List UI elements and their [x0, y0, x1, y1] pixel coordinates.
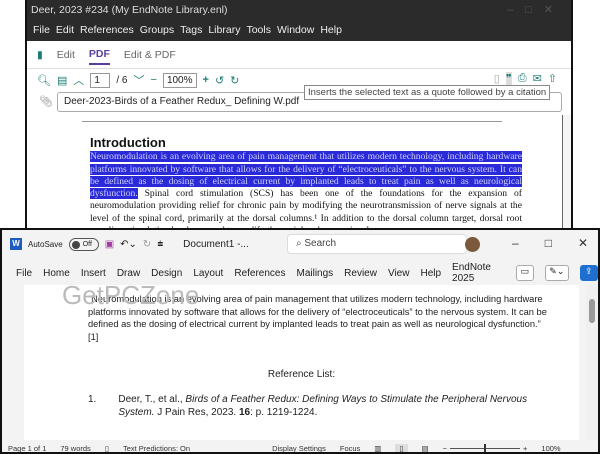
tab-endnote[interactable]: EndNote 2025	[452, 262, 505, 284]
menu-tags[interactable]: Tags	[180, 24, 202, 39]
window-title: Deer, 2023 #234 (My EndNote Library.enl)	[31, 4, 228, 16]
display-settings[interactable]: Display Settings	[272, 444, 326, 453]
tab-review[interactable]: Review	[344, 268, 377, 279]
autosave-toggle[interactable]: Off	[68, 237, 99, 251]
pdf-viewer: Introduction Neuromodulation is an evolv…	[27, 115, 571, 230]
reference-entry[interactable]: 1. Deer, T., et al., Birds of a Feather …	[88, 393, 528, 419]
vertical-scrollbar[interactable]	[586, 285, 598, 440]
tab-insert[interactable]: Insert	[81, 268, 106, 279]
tab-references[interactable]: References	[234, 268, 285, 279]
save-icon[interactable]: ▣	[105, 239, 114, 250]
view-tabs: ▮ Edit PDF Edit & PDF	[27, 41, 571, 69]
chevron-up-icon[interactable]: ︿	[73, 72, 84, 88]
pdf-actions: ▯ ❞ ⎙ ✉ ⇧	[494, 72, 557, 85]
window-controls: – □ ✕	[512, 236, 588, 250]
pdf-scrollbar[interactable]	[562, 115, 571, 230]
tab-file[interactable]: File	[16, 268, 32, 279]
reference-list-heading: Reference List:	[267, 369, 336, 380]
search-box[interactable]: ⌕ Search	[287, 234, 467, 254]
word-logo-icon: W	[10, 238, 22, 250]
avatar[interactable]	[465, 237, 480, 252]
annotations-icon[interactable]: ▤	[57, 74, 67, 87]
zoom-slider[interactable]: − +	[443, 443, 527, 452]
proofing-icon[interactable]: ▯	[105, 444, 109, 453]
rotate-right-icon[interactable]: ↻	[230, 74, 239, 87]
print-layout-icon[interactable]: ▯	[395, 443, 408, 452]
page-total: / 6	[116, 74, 128, 86]
zoom-level[interactable]: 100%	[541, 444, 560, 453]
search-icon[interactable]: 🔍︎	[37, 74, 51, 87]
insert-quote-icon[interactable]: ❞	[505, 72, 512, 85]
word-window: W AutoSave Off ▣ ↶⌄ ↻ ⩧ Document1 -... ⌕…	[0, 228, 600, 454]
menu-file[interactable]: File	[33, 24, 50, 39]
menu-help[interactable]: Help	[320, 24, 342, 39]
watermark: GetPCZone	[62, 280, 200, 310]
menu-edit[interactable]: Edit	[56, 24, 74, 39]
ref-journal: J Pain Res, 2023.	[154, 407, 239, 418]
tab-home[interactable]: Home	[43, 268, 70, 279]
ref-volume: 16	[238, 407, 251, 418]
export-icon[interactable]: ⇧	[548, 72, 557, 85]
tab-mailings[interactable]: Mailings	[296, 268, 333, 279]
save-icon[interactable]: ▯	[494, 72, 500, 85]
tab-help[interactable]: Help	[420, 268, 441, 279]
search-placeholder: Search	[304, 238, 337, 249]
tab-pdf[interactable]: PDF	[88, 44, 110, 65]
tab-edit-pdf[interactable]: Edit & PDF	[124, 49, 176, 61]
zoom-input[interactable]: 100%	[162, 72, 197, 88]
page-rule	[82, 121, 502, 122]
pdf-heading: Introduction	[90, 135, 166, 150]
read-mode-icon[interactable]: ▥	[374, 444, 381, 453]
tab-edit[interactable]: Edit	[57, 49, 75, 61]
menu-library[interactable]: Library	[208, 24, 240, 39]
autosave-label: AutoSave	[28, 239, 63, 249]
endnote-window: Deer, 2023 #234 (My EndNote Library.enl)…	[25, 0, 573, 232]
menu-groups[interactable]: Groups	[140, 24, 174, 39]
editing-button[interactable]: ✎⌄	[545, 265, 569, 281]
menu-bar: File Edit References Groups Tags Library Tools…	[27, 22, 571, 41]
undo-icon[interactable]: ↶⌄	[120, 239, 137, 250]
pdf-page-text[interactable]: Introduction Neuromodulation is an evolv…	[90, 135, 522, 230]
endnote-title-bar: Deer, 2023 #234 (My EndNote Library.enl)	[27, 0, 571, 22]
focus-button[interactable]: Focus	[340, 444, 360, 453]
status-bar: Page 1 of 1 79 words ▯ Text Predictions:…	[2, 440, 598, 453]
rotate-left-icon[interactable]: ↺	[215, 74, 224, 87]
chevron-down-icon[interactable]: ﹀	[134, 72, 145, 88]
email-icon[interactable]: ✉	[533, 72, 542, 85]
text-predictions[interactable]: Text Predictions: On	[123, 444, 190, 453]
page-count[interactable]: Page 1 of 1	[8, 444, 46, 453]
word-count[interactable]: 79 words	[60, 444, 90, 453]
zoom-in-icon[interactable]: +	[203, 74, 209, 86]
menu-tools[interactable]: Tools	[246, 24, 271, 39]
redo-icon[interactable]: ↻	[143, 239, 151, 250]
tab-layout[interactable]: Layout	[193, 268, 223, 279]
comments-button[interactable]: ▭	[515, 265, 535, 281]
share-button[interactable]: ⇪	[579, 265, 598, 281]
zoom-out-icon[interactable]: −	[151, 74, 157, 86]
page-input[interactable]: 1	[90, 72, 111, 88]
print-icon[interactable]: ⎙	[518, 72, 527, 85]
pdf-paragraph: Spinal cord stimulation (SCS) has been o…	[90, 188, 522, 230]
maximize-icon[interactable]: □	[545, 236, 552, 250]
tab-draw[interactable]: Draw	[117, 268, 140, 279]
minimize-icon[interactable]: –	[512, 236, 519, 250]
clipboard-icon[interactable]: ▮	[37, 49, 43, 61]
window-controls[interactable]: –□✕	[507, 3, 565, 16]
customize-icon[interactable]: ⩧	[157, 239, 163, 250]
close-icon[interactable]: ✕	[578, 236, 588, 250]
ref-pages: : p. 1219-1224.	[250, 407, 318, 418]
ref-authors: Deer, T., et al.,	[118, 394, 186, 405]
menu-window[interactable]: Window	[277, 24, 314, 39]
reference-number: 1.	[88, 394, 97, 405]
paperclip-icon: 📎︎	[39, 96, 53, 108]
web-layout-icon[interactable]: ▤	[422, 444, 429, 453]
document-name[interactable]: Document1 -...	[183, 239, 249, 250]
menu-references[interactable]: References	[80, 24, 134, 39]
tab-view[interactable]: View	[388, 268, 410, 279]
tab-design[interactable]: Design	[151, 268, 182, 279]
tooltip: Inserts the selected text as a quote fol…	[304, 85, 551, 100]
